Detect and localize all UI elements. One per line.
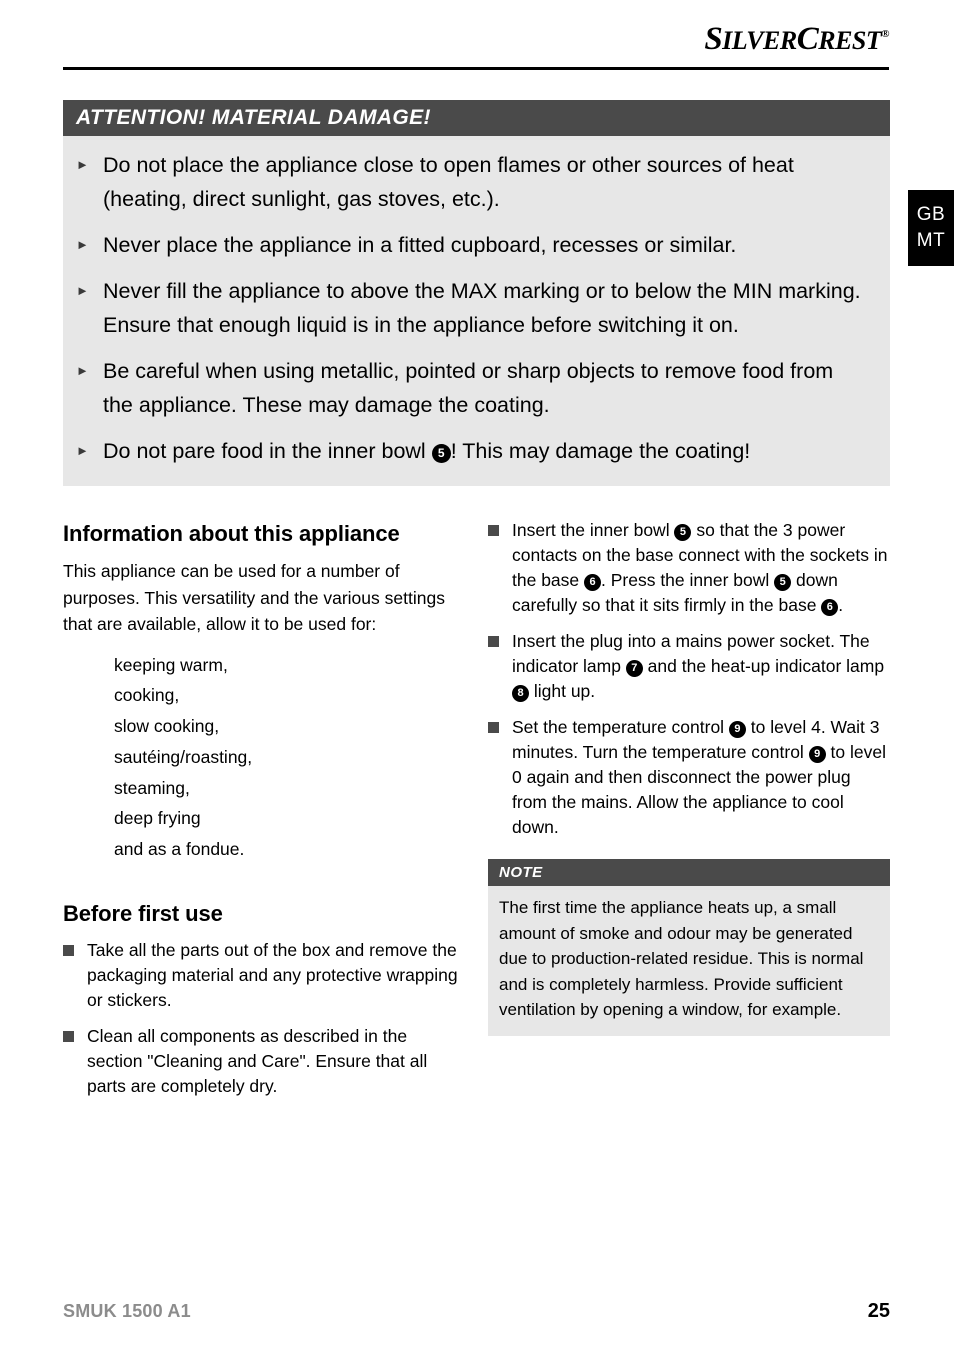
step-item: Insert the inner bowl 5 so that the 3 po… — [488, 518, 890, 618]
step-item-text: Insert the plug into a mains power socke… — [512, 629, 890, 704]
warning-item-text: Be careful when using metallic, pointed … — [103, 359, 834, 417]
logo-text-ilver: ILVER — [722, 26, 797, 55]
logo-text-rest: REST — [818, 26, 882, 55]
step-item: Insert the plug into a mains power socke… — [488, 629, 890, 704]
silvercrest-logo: SILVERCREST® — [704, 14, 889, 61]
step-text-fragment: . Press the inner bowl — [601, 570, 775, 590]
attention-callout-body: ► Do not place the appliance close to op… — [63, 136, 890, 486]
document-page: SILVERCREST® GB MT ATTENTION! MATERIAL D… — [0, 0, 954, 1355]
language-tab-line-mt: MT — [916, 230, 946, 251]
list-item: steaming, — [114, 777, 190, 798]
before-use-item: Clean all components as described in the… — [63, 1024, 463, 1099]
square-bullet-icon — [63, 938, 87, 1013]
triangle-bullet-icon: ► — [76, 237, 89, 252]
step-text-fragment: and the heat-up indicator lamp — [642, 656, 885, 676]
step-item-text: Set the temperature control 9 to level 4… — [512, 715, 890, 840]
warning-item: ► Do not place the appliance close to op… — [76, 148, 868, 216]
before-use-item-text: Take all the parts out of the box and re… — [87, 940, 458, 1011]
list-item: keeping warm, — [114, 654, 228, 675]
triangle-bullet-icon: ► — [76, 157, 89, 172]
part-reference-6: 6 — [821, 599, 839, 616]
part-reference-5: 5 — [674, 524, 692, 541]
step-text-fragment: . — [838, 595, 844, 615]
step-text-fragment: Insert the inner bowl — [512, 520, 675, 540]
note-callout-body: The first time the appliance heats up, a… — [488, 886, 890, 1036]
triangle-bullet-icon: ► — [76, 443, 89, 458]
uses-list: keeping warm, cooking, slow cooking, sau… — [63, 650, 463, 866]
part-reference-8: 8 — [512, 685, 529, 702]
square-bullet-icon — [488, 518, 512, 618]
list-item: sautéing/roasting, — [114, 746, 253, 767]
logo-letter-c: C — [796, 21, 819, 57]
warning-text-before-ref: Do not pare food in the inner bowl — [103, 439, 432, 463]
brand-header: SILVERCREST® — [63, 14, 889, 72]
attention-callout-heading: ATTENTION! MATERIAL DAMAGE! — [63, 100, 890, 136]
triangle-bullet-icon: ► — [76, 363, 89, 378]
section-heading-before-first-use: Before first use — [63, 901, 223, 927]
list-item: slow cooking, — [114, 716, 220, 737]
part-reference-9: 9 — [808, 746, 826, 763]
square-bullet-icon — [63, 1024, 87, 1099]
list-item: and as a fondue. — [114, 839, 245, 860]
attention-callout: ATTENTION! MATERIAL DAMAGE! ► Do not pla… — [63, 100, 890, 486]
warning-item-text: Never place the appliance in a fitted cu… — [103, 233, 737, 257]
before-use-item-text: Clean all components as described in the… — [87, 1026, 428, 1097]
note-callout-heading: NOTE — [488, 859, 890, 886]
footer-page-number: 25 — [867, 1300, 890, 1322]
warning-item-text: Never fill the appliance to above the MA… — [103, 279, 861, 337]
note-callout: NOTE The first time the appliance heats … — [488, 859, 890, 1036]
registered-trademark-icon: ® — [881, 28, 889, 40]
part-reference-9: 9 — [728, 721, 746, 738]
warning-item-text: Do not pare food in the inner bowl 5! Th… — [103, 434, 868, 468]
part-reference-7: 7 — [625, 660, 643, 677]
step-text-fragment: light up. — [529, 681, 596, 701]
part-reference-5: 5 — [431, 444, 451, 463]
language-tab-line-gb: GB — [916, 204, 946, 225]
before-use-item: Take all the parts out of the box and re… — [63, 938, 463, 1013]
step-item: Set the temperature control 9 to level 4… — [488, 715, 890, 840]
warning-item: ► Never place the appliance in a fitted … — [76, 228, 868, 262]
part-reference-6: 6 — [584, 574, 601, 591]
part-reference-5: 5 — [774, 574, 792, 591]
square-bullet-icon — [488, 715, 512, 840]
step-text-fragment: Set the temperature control — [512, 717, 729, 737]
page-footer: SMUK 1500 A1 25 — [63, 1300, 890, 1323]
warning-text-after-ref: ! This may damage the coating! — [450, 439, 751, 463]
list-item: cooking, — [114, 685, 180, 706]
logo-letter-s: S — [704, 21, 723, 57]
triangle-bullet-icon: ► — [76, 283, 89, 298]
footer-model-name: SMUK 1500 A1 — [63, 1301, 191, 1321]
warning-item: ► Never fill the appliance to above the … — [76, 274, 868, 342]
language-tab: GB MT — [908, 190, 954, 266]
warning-item: ► Be careful when using metallic, pointe… — [76, 354, 868, 422]
warning-item: ► Do not pare food in the inner bowl 5! … — [76, 434, 868, 468]
left-column: Information about this appliance This ap… — [63, 518, 463, 1099]
section-heading-information: Information about this appliance — [63, 521, 400, 546]
information-paragraph: This appliance can be used for a number … — [63, 561, 445, 634]
warning-item-text: Do not place the appliance close to open… — [103, 153, 794, 211]
list-item: deep frying — [114, 808, 201, 829]
step-item-text: Insert the inner bowl 5 so that the 3 po… — [512, 518, 890, 618]
right-column: Insert the inner bowl 5 so that the 3 po… — [488, 518, 890, 1036]
square-bullet-icon — [488, 629, 512, 704]
header-divider — [63, 67, 889, 70]
